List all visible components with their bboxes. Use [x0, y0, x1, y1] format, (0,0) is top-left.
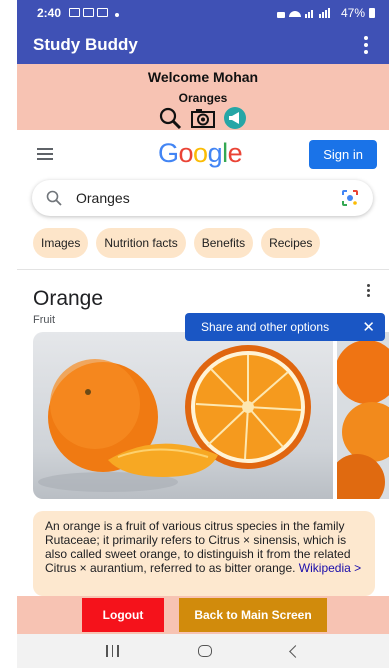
megaphone-icon[interactable]	[222, 107, 248, 129]
orange-photo[interactable]	[33, 332, 333, 499]
image-carousel[interactable]	[33, 332, 389, 499]
app-bar: Study Buddy	[17, 26, 389, 64]
chip-benefits[interactable]: Benefits	[193, 228, 254, 258]
chip-nutrition-facts[interactable]: Nutrition facts	[96, 228, 186, 258]
close-icon[interactable]: ✕	[362, 318, 375, 336]
battery-level: 47%	[340, 6, 365, 20]
google-webview: Google Sign in Oranges Images Nutrition …	[17, 130, 389, 596]
knowledge-panel-title: Orange	[33, 287, 104, 310]
chip-recipes[interactable]: Recipes	[261, 228, 321, 258]
overflow-menu-icon[interactable]	[359, 36, 373, 54]
google-lens-icon[interactable]	[341, 189, 359, 207]
search-bar[interactable]: Oranges	[32, 180, 373, 216]
home-icon[interactable]	[197, 645, 212, 657]
system-nav-bar	[17, 634, 389, 668]
signal-icon	[276, 8, 330, 18]
battery-icon	[369, 8, 375, 18]
divider	[17, 269, 389, 270]
google-header: Google Sign in	[17, 130, 389, 178]
back-to-main-button[interactable]: Back to Main Screen	[179, 598, 327, 632]
camera-icon[interactable]	[190, 107, 216, 129]
tooltip-text: Share and other options	[201, 320, 330, 334]
hamburger-menu-icon[interactable]	[37, 148, 53, 160]
app-title: Study Buddy	[33, 35, 138, 54]
search-input[interactable]: Oranges	[76, 190, 130, 206]
search-icon[interactable]	[158, 107, 184, 129]
photo-icon	[69, 8, 81, 17]
notification-icons	[69, 6, 120, 20]
tool-icons	[17, 107, 389, 129]
status-right: 47%	[276, 6, 375, 20]
logout-button[interactable]: Logout	[82, 598, 164, 632]
app-frame: 2:40 47% Study Buddy Welcome Mohan Orang…	[17, 0, 389, 668]
check-icon	[97, 8, 109, 17]
back-icon[interactable]	[288, 644, 302, 658]
status-time: 2:40	[37, 6, 62, 20]
welcome-panel: Welcome Mohan Oranges	[17, 64, 389, 130]
share-tooltip[interactable]: Share and other options ✕	[185, 313, 385, 341]
orange-photo-2[interactable]	[337, 332, 389, 499]
topic-text: Oranges	[178, 91, 228, 105]
wikipedia-link[interactable]: Wikipedia >	[299, 561, 361, 575]
mail-icon	[83, 8, 95, 17]
more-options-icon[interactable]	[367, 284, 371, 297]
welcome-text: Welcome Mohan	[147, 69, 259, 85]
status-bar: 2:40 47%	[17, 0, 389, 26]
action-bar: Logout Back to Main Screen	[17, 596, 389, 634]
google-logo[interactable]: Google	[158, 138, 243, 169]
chip-images[interactable]: Images	[33, 228, 89, 258]
description-card: An orange is a fruit of various citrus s…	[33, 511, 375, 596]
recent-apps-icon[interactable]	[106, 645, 119, 657]
search-icon	[46, 190, 62, 206]
dot-icon	[115, 13, 120, 17]
search-chips: Images Nutrition facts Benefits Recipes	[33, 228, 389, 258]
sign-in-button[interactable]: Sign in	[309, 139, 377, 169]
